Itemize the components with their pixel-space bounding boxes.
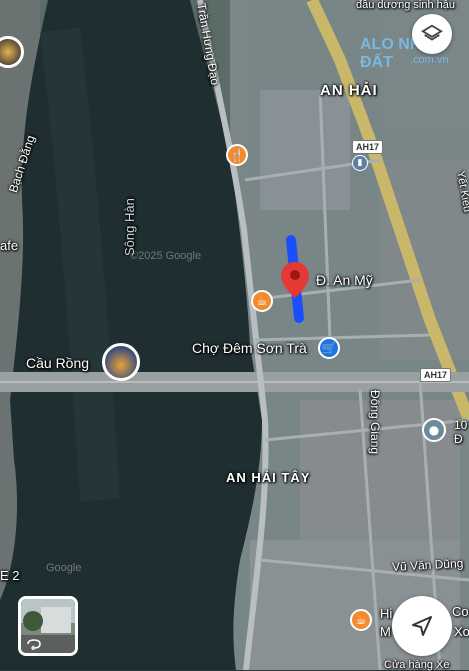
layers-icon xyxy=(421,24,443,41)
navigation-arrow-icon xyxy=(412,616,432,636)
copyright-label: ©2025 Google xyxy=(130,250,202,262)
street-label-dong-giang: Đông Giang xyxy=(368,390,382,455)
watermark-domain: .com.vn xyxy=(410,54,449,66)
poi-label-cut-2: Đ xyxy=(454,432,463,446)
district-label-an-hai-tay: AN HẢI TÂY xyxy=(226,470,311,485)
street-label-e2: E 2 xyxy=(0,568,20,583)
transit-icon[interactable]: ▮ xyxy=(352,155,368,171)
highway-shield-ah17: AH17 xyxy=(352,140,384,154)
location-pin[interactable] xyxy=(281,262,309,298)
street-view-thumbnail[interactable] xyxy=(18,596,78,656)
street-label-bottom-partial: Cửa hàng Xe xyxy=(384,659,450,671)
copyright-label-2: Google xyxy=(46,562,82,574)
street-label-an-my: Đ. An Mỹ xyxy=(316,272,373,288)
rotate-icon xyxy=(27,639,41,650)
highway-shield-ah17-bridge: AH17 xyxy=(420,368,452,382)
poi-label-cut-3: Hi xyxy=(380,606,393,621)
street-label-cafe: afe xyxy=(0,238,19,253)
street-label-top-partial: đầu dương sinh hậu xyxy=(356,0,455,11)
poi-label-cau-rong[interactable]: Cầu Rồng xyxy=(26,355,89,371)
navigate-button[interactable] xyxy=(392,596,452,656)
poi-label-cho-dem-son-tra[interactable]: Chợ Đêm Sơn Trà xyxy=(192,340,307,356)
poi-label-cut-6: Xo xyxy=(454,624,469,639)
shopping-cart-icon[interactable]: 🛒 xyxy=(318,337,340,359)
cau-rong-photo-marker[interactable] xyxy=(102,343,140,381)
district-label-an-hai: AN HẢI xyxy=(320,82,378,99)
poi-label-cut-5: Co xyxy=(452,604,469,619)
layers-button[interactable] xyxy=(412,14,452,54)
cafe-icon[interactable]: ☕ xyxy=(251,290,273,312)
poi-label-cut-4: M xyxy=(380,624,391,639)
place-pin-icon[interactable]: ● xyxy=(422,418,446,442)
river-label-song-han: Sông Hàn xyxy=(122,198,137,256)
cafe-icon-2[interactable]: ☕ xyxy=(350,609,372,631)
poi-label-cut-1: 10 xyxy=(454,418,468,432)
restaurant-icon[interactable]: 🍴 xyxy=(226,144,248,166)
